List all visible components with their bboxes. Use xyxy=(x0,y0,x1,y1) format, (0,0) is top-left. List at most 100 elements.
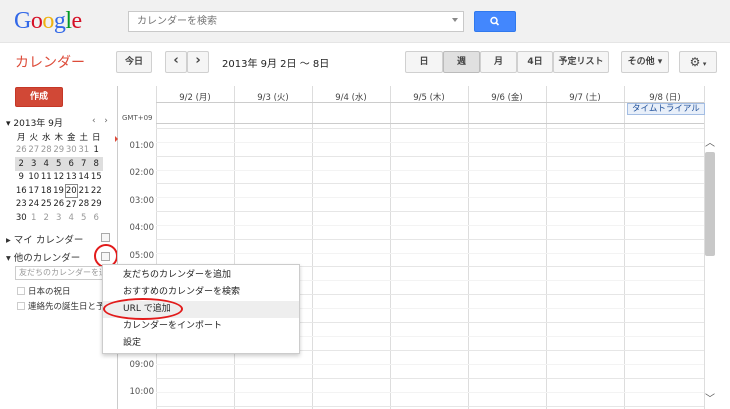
mini-day[interactable]: 4 xyxy=(40,157,53,171)
mini-day[interactable]: 5 xyxy=(52,157,65,171)
view-week-button[interactable]: 週 xyxy=(443,51,480,73)
collapse-icon: ▾ xyxy=(6,253,14,264)
mini-day[interactable]: 1 xyxy=(28,211,41,225)
search-input[interactable] xyxy=(129,12,449,31)
add-friend-calendar-input[interactable]: 友だちのカレンダーを追 xyxy=(15,266,103,280)
logo-letter: G xyxy=(14,8,31,34)
other-calendars-header[interactable]: ▾ 他のカレンダー xyxy=(6,250,80,264)
mini-day[interactable]: 2 xyxy=(15,157,28,171)
hour-label: 02:00 xyxy=(129,168,155,178)
search-options-icon[interactable] xyxy=(452,18,458,22)
calendar-item-holidays[interactable]: 日本の祝日 xyxy=(17,285,71,297)
mini-day[interactable]: 9 xyxy=(15,171,28,185)
mini-day[interactable]: 24 xyxy=(28,198,41,212)
my-calendars-header[interactable]: ▸ マイ カレンダー xyxy=(6,232,83,246)
mini-day[interactable]: 8 xyxy=(90,157,103,171)
mini-day[interactable]: 16 xyxy=(15,184,28,198)
calendar-item-birthdays[interactable]: 連絡先の誕生日と予定 xyxy=(17,300,113,312)
mini-day[interactable]: 5 xyxy=(78,211,91,225)
grid-line xyxy=(156,142,704,143)
mini-calendar-title[interactable]: ▾ 2013年 9月 xyxy=(6,116,63,129)
mini-day[interactable]: 27 xyxy=(28,144,41,158)
menu-item-settings[interactable]: 設定 xyxy=(103,335,299,352)
mini-day[interactable]: 26 xyxy=(53,198,66,212)
next-week-button[interactable]: › xyxy=(187,51,209,73)
scrollbar-thumb[interactable] xyxy=(705,152,715,256)
search-button[interactable] xyxy=(474,11,516,32)
mini-day[interactable]: 19 xyxy=(53,184,66,198)
today-button[interactable]: 今日 xyxy=(116,51,152,73)
gear-icon: ⚙ xyxy=(689,55,701,69)
grid-line xyxy=(234,86,235,409)
hour-label: 05:00 xyxy=(129,251,155,261)
mini-day[interactable]: 17 xyxy=(28,184,41,198)
mini-day[interactable]: 7 xyxy=(77,157,90,171)
mini-day[interactable]: 4 xyxy=(65,211,78,225)
hour-label: 03:00 xyxy=(129,196,155,206)
settings-button[interactable]: ⚙ ▾ xyxy=(679,51,717,73)
mini-day[interactable]: 3 xyxy=(27,157,40,171)
mini-day[interactable]: 26 xyxy=(15,144,28,158)
mini-day[interactable]: 29 xyxy=(53,144,66,158)
mini-day-today[interactable]: 20 xyxy=(64,183,78,198)
view-day-button[interactable]: 日 xyxy=(405,51,443,73)
menu-item-add-friend[interactable]: 友だちのカレンダーを追加 xyxy=(103,267,299,284)
view-4day-button[interactable]: 4日 xyxy=(517,51,553,73)
mini-day[interactable]: 10 xyxy=(28,171,41,185)
menu-item-import[interactable]: カレンダーをインポート xyxy=(103,318,299,335)
mini-day[interactable]: 21 xyxy=(78,184,91,198)
mini-day[interactable]: 23 xyxy=(15,198,28,212)
expand-icon: ▸ xyxy=(6,235,14,246)
mini-day[interactable]: 25 xyxy=(40,198,53,212)
google-logo[interactable]: Google xyxy=(14,8,82,35)
grid-line xyxy=(156,86,157,409)
chevron-down-icon: ▾ xyxy=(700,60,707,68)
top-bar: Google xyxy=(0,0,730,43)
create-button[interactable]: 作成 xyxy=(15,87,63,107)
mini-day[interactable]: 31 xyxy=(78,144,91,158)
mini-day[interactable]: 2 xyxy=(40,211,53,225)
mini-day[interactable]: 11 xyxy=(40,171,53,185)
date-range: 2013年 9月 2日 ～ 8日 xyxy=(222,59,330,70)
mini-day[interactable]: 12 xyxy=(53,171,66,185)
scroll-up-icon[interactable]: ︿ xyxy=(705,134,715,149)
mini-prev-icon[interactable]: ‹ xyxy=(92,116,96,126)
mini-day[interactable]: 15 xyxy=(90,171,103,185)
mini-day[interactable]: 3 xyxy=(53,211,66,225)
mini-day[interactable]: 1 xyxy=(90,144,103,158)
weekday-label: 火 xyxy=(29,132,38,143)
prev-week-button[interactable]: ‹ xyxy=(165,51,187,73)
app-title: カレンダー xyxy=(15,55,85,71)
calendar-checkbox[interactable] xyxy=(17,302,25,310)
calendar-item-label: 連絡先の誕生日と予定 xyxy=(28,302,114,312)
weekday-label: 木 xyxy=(54,132,63,143)
mini-day[interactable]: 18 xyxy=(40,184,53,198)
grid-line xyxy=(156,197,704,198)
mini-next-icon[interactable]: › xyxy=(104,116,108,126)
mini-day[interactable]: 27 xyxy=(65,198,78,212)
logo-letter: e xyxy=(71,8,83,34)
my-calendars-menu-icon[interactable] xyxy=(101,233,110,242)
mini-day[interactable]: 30 xyxy=(65,144,78,158)
mini-calendar-month: 2013年 9月 xyxy=(13,119,63,129)
mini-day[interactable]: 30 xyxy=(15,211,28,225)
mini-day[interactable]: 13 xyxy=(65,171,78,185)
grid-line xyxy=(624,86,625,409)
view-agenda-button[interactable]: 予定リスト xyxy=(553,51,609,73)
mini-day[interactable]: 29 xyxy=(90,198,103,212)
scroll-down-icon[interactable]: ﹀ xyxy=(705,390,715,405)
mini-day[interactable]: 28 xyxy=(78,198,91,212)
grid-line xyxy=(156,156,704,157)
week-grid[interactable]: 9/2 (月) 9/3 (火) 9/4 (水) 9/5 (木) 9/6 (金) … xyxy=(117,86,717,409)
mini-day[interactable]: 22 xyxy=(90,184,103,198)
timezone-label: GMT+09 xyxy=(122,114,153,122)
all-day-event[interactable]: タイムトライアル xyxy=(627,103,705,115)
calendar-checkbox[interactable] xyxy=(17,287,25,295)
view-month-button[interactable]: 月 xyxy=(480,51,517,73)
more-button[interactable]: その他 ▾ xyxy=(621,51,669,73)
mini-day[interactable]: 28 xyxy=(40,144,53,158)
mini-day[interactable]: 14 xyxy=(78,171,91,185)
weekday-label: 月 xyxy=(16,132,26,143)
mini-day[interactable]: 6 xyxy=(65,157,78,171)
mini-day[interactable]: 6 xyxy=(90,211,103,225)
